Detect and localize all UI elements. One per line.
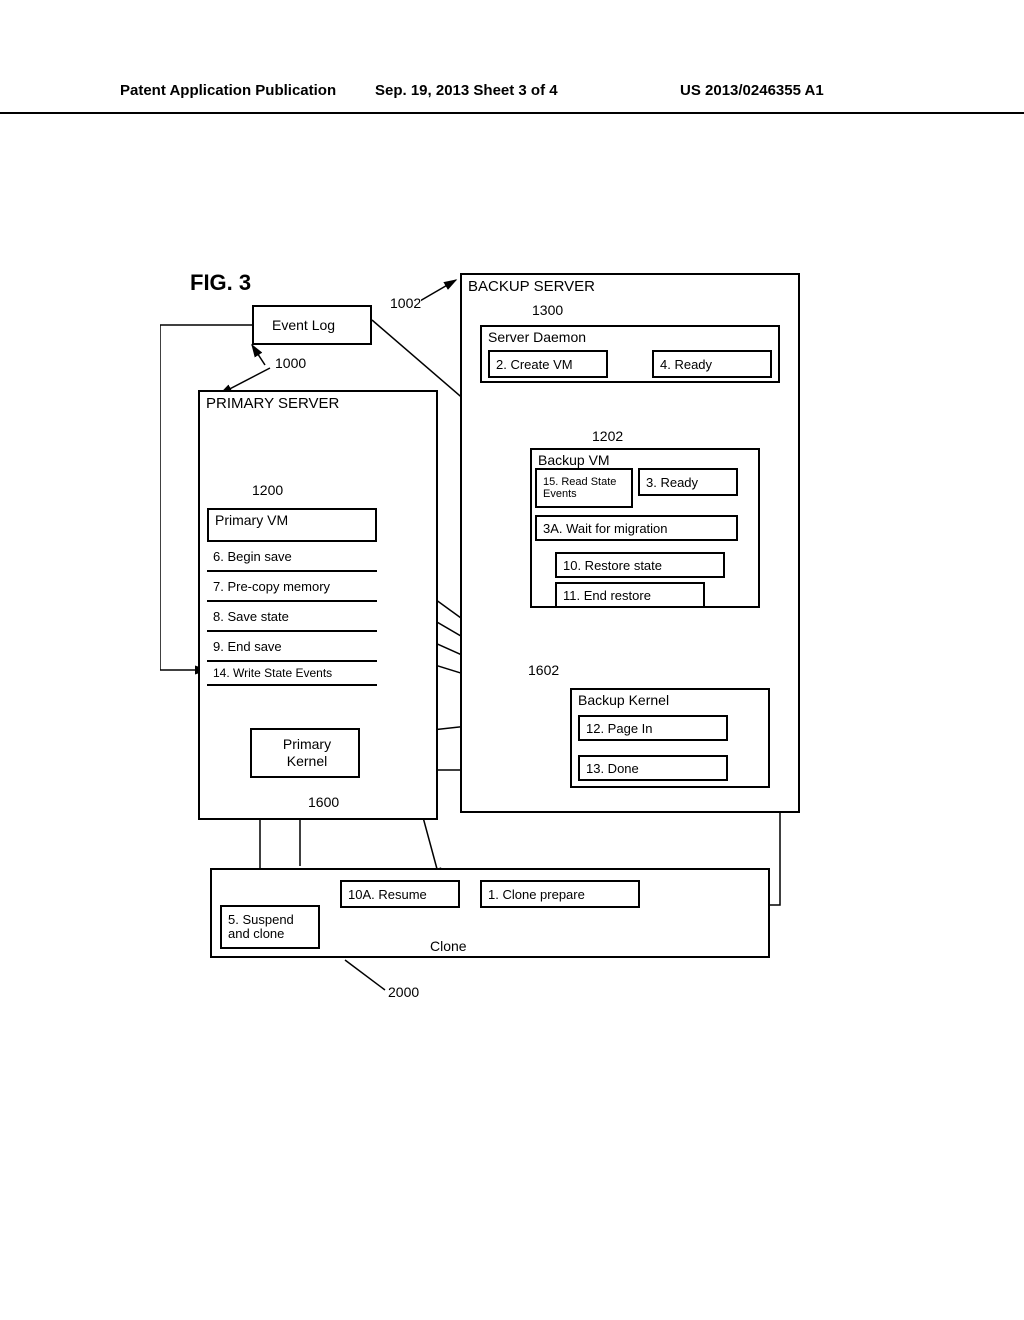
server-daemon-label: Server Daemon bbox=[488, 329, 586, 345]
header-right: US 2013/0246355 A1 bbox=[680, 82, 824, 99]
event-log-label: Event Log bbox=[272, 317, 335, 333]
ref-1600: 1600 bbox=[308, 794, 339, 810]
step-14: 14. Write State Events bbox=[207, 660, 377, 686]
figure-3: FIG. 3 bbox=[160, 270, 860, 1010]
ref-1200: 1200 bbox=[252, 482, 283, 498]
step-10: 10. Restore state bbox=[555, 552, 725, 578]
header-mid: Sep. 19, 2013 Sheet 3 of 4 bbox=[375, 82, 558, 99]
step-7: 7. Pre-copy memory bbox=[207, 570, 377, 600]
step-12: 12. Page In bbox=[578, 715, 728, 741]
header-left: Patent Application Publication bbox=[120, 82, 336, 99]
step-2: 2. Create VM bbox=[488, 350, 608, 378]
step-10a: 10A. Resume bbox=[340, 880, 460, 908]
page-header: Patent Application Publication Sep. 19, … bbox=[0, 82, 1024, 114]
page: Patent Application Publication Sep. 19, … bbox=[0, 0, 1024, 1320]
step-1: 1. Clone prepare bbox=[480, 880, 640, 908]
step-13: 13. Done bbox=[578, 755, 728, 781]
primary-kernel-box: Primary Kernel bbox=[250, 728, 360, 778]
step-3: 3. Ready bbox=[638, 468, 738, 496]
step-8: 8. Save state bbox=[207, 600, 377, 630]
ref-1602: 1602 bbox=[528, 662, 559, 678]
ref-1002: 1002 bbox=[390, 295, 421, 311]
step-4: 4. Ready bbox=[652, 350, 772, 378]
step-3a: 3A. Wait for migration bbox=[535, 515, 738, 541]
backup-kernel-label: Backup Kernel bbox=[578, 692, 669, 708]
step-5: 5. Suspend and clone bbox=[220, 905, 320, 949]
step-6: 6. Begin save bbox=[207, 540, 377, 570]
step-9: 9. End save bbox=[207, 630, 377, 660]
event-log-box: Event Log bbox=[252, 305, 372, 345]
ref-1000: 1000 bbox=[275, 355, 306, 371]
ref-2000: 2000 bbox=[388, 984, 419, 1000]
primary-server-label: PRIMARY SERVER bbox=[206, 395, 339, 412]
step-15: 15. Read State Events bbox=[535, 468, 633, 508]
figure-title: FIG. 3 bbox=[190, 270, 251, 296]
primary-kernel-label: Primary Kernel bbox=[262, 736, 352, 770]
backup-vm-label: Backup VM bbox=[538, 452, 610, 468]
step-11: 11. End restore bbox=[555, 582, 705, 608]
ref-1300: 1300 bbox=[532, 302, 563, 318]
primary-vm-label: Primary VM bbox=[215, 512, 288, 528]
backup-server-label: BACKUP SERVER bbox=[468, 278, 595, 295]
ref-1202: 1202 bbox=[592, 428, 623, 444]
clone-label: Clone bbox=[430, 938, 467, 954]
